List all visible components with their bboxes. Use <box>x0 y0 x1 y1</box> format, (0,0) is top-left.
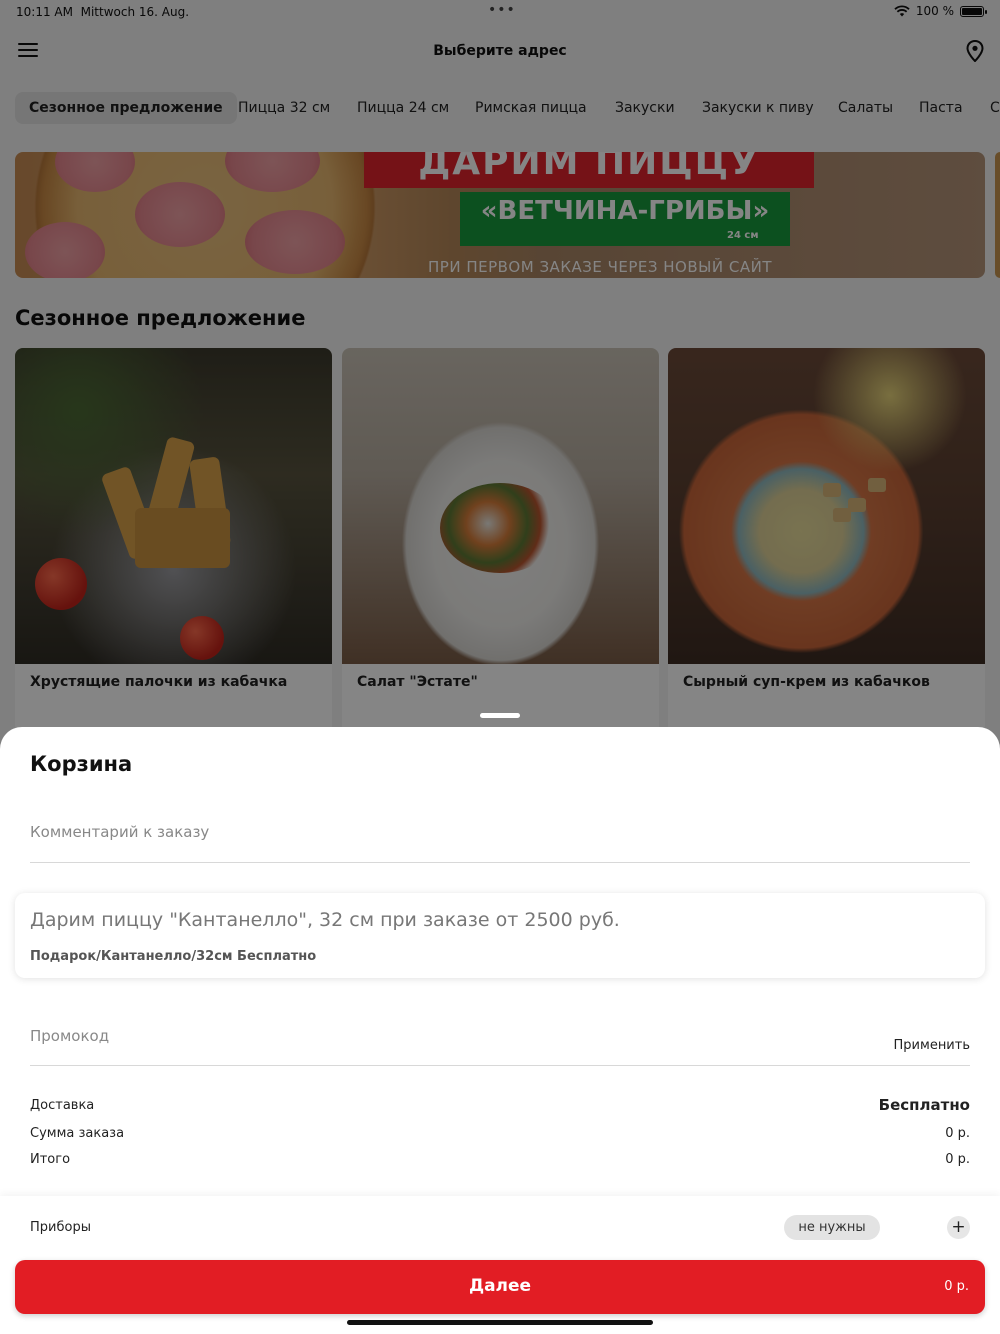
next-button-price: 0 р. <box>944 1279 969 1294</box>
gift-item: Подарок/Кантанелло/32см Бесплатно <box>30 949 317 964</box>
gift-title: Дарим пиццу "Кантанелло", 32 см при зака… <box>30 909 620 931</box>
order-sum-label: Сумма заказа <box>30 1126 125 1141</box>
delivery-label: Доставка <box>30 1098 95 1113</box>
home-indicator[interactable] <box>347 1320 653 1325</box>
utensils-value-chip[interactable]: не нужны <box>784 1215 880 1240</box>
order-sum-value: 0 р. <box>945 1126 970 1141</box>
next-button-label: Далее <box>468 1276 532 1296</box>
total-label: Итого <box>30 1152 71 1167</box>
gift-offer-card: Дарим пиццу "Кантанелло", 32 см при зака… <box>15 893 985 978</box>
divider <box>30 1065 970 1066</box>
next-button[interactable]: Далее 0 р. <box>15 1260 985 1314</box>
delivery-value: Бесплатно <box>878 1096 970 1114</box>
total-value: 0 р. <box>945 1152 970 1167</box>
utensils-label: Приборы <box>30 1220 91 1235</box>
promo-code-field[interactable]: Промокод <box>30 1027 109 1045</box>
divider <box>30 862 970 863</box>
sheet-grabber[interactable] <box>480 713 520 718</box>
cart-sheet: Корзина Комментарий к заказу Дарим пиццу… <box>0 727 1000 1334</box>
order-comment-field[interactable]: Комментарий к заказу <box>30 823 209 841</box>
plus-icon[interactable]: + <box>947 1216 970 1239</box>
apply-promo-button[interactable]: Применить <box>894 1038 970 1053</box>
cart-title: Корзина <box>30 752 133 776</box>
